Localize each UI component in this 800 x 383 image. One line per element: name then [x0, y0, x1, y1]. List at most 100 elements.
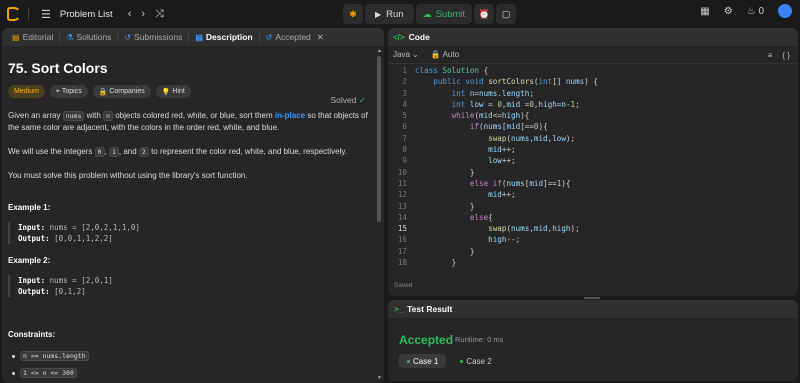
code-text: } [415, 246, 475, 256]
code-line: 11 else if(nums[mid]==1){ [388, 178, 798, 189]
auto-mode[interactable]: 🔒 Auto [431, 50, 459, 59]
code-editor[interactable]: 1 class Solution { 2 public void sortColo… [388, 64, 798, 268]
layout-grid-icon[interactable]: ▦ [700, 6, 709, 17]
topics-chip[interactable]: ⌖ Topics [49, 85, 88, 98]
code-toolbar: Java ⌄ 🔒 Auto [388, 46, 798, 64]
tab-solutions[interactable]: ⚗ Solutions [60, 32, 119, 42]
tab-description[interactable]: ▤ Description [189, 32, 260, 42]
example-2-title: Example 2: [8, 256, 51, 265]
code-text: } [415, 167, 475, 177]
debug-button[interactable]: ✱ [343, 4, 363, 24]
flask-icon: ⚗ [66, 32, 74, 42]
language-select[interactable]: Java ⌄ [393, 50, 419, 59]
close-icon[interactable]: ✕ [317, 32, 324, 43]
tab-accepted[interactable]: ↺ Accepted ✕ [260, 32, 330, 43]
bullet [12, 371, 15, 375]
line-number: 11 [397, 178, 407, 188]
difficulty-badge[interactable]: Medium [8, 85, 45, 98]
tab-label: Submissions [134, 32, 183, 42]
problem-list-link[interactable]: Problem List [60, 9, 113, 20]
settings-gear-icon[interactable]: ⚙ [724, 6, 733, 17]
text: with [86, 111, 101, 120]
test-result-label[interactable]: Test Result [407, 304, 452, 314]
streak-value: 0 [758, 5, 764, 17]
companies-chip[interactable]: 🔒 Companies [92, 85, 151, 98]
streak-counter[interactable]: ♨ 0 [747, 6, 764, 17]
leetcode-logo-icon[interactable] [7, 7, 21, 21]
problem-title[interactable]: 75. Sort Colors [8, 60, 378, 76]
line-number: 18 [397, 258, 407, 268]
text: , and [118, 147, 137, 156]
flame-icon: ♨ [746, 5, 756, 17]
chevron-down-icon: ⌄ [412, 50, 419, 59]
bullet [12, 354, 15, 358]
code-line: 5 while(mid<=high){ [388, 110, 798, 121]
code-text: mid++; [488, 190, 516, 200]
divider [28, 8, 29, 20]
code-toolbar-right: ≡ { } [768, 51, 790, 60]
text: objects colored red, white, or blue, sor… [115, 111, 273, 120]
avatar[interactable] [778, 4, 792, 18]
chip-label: Topics [61, 88, 82, 95]
inline-code: 1 <= n <= 300 [20, 368, 77, 378]
submit-button[interactable]: ☁ Submit [415, 4, 473, 24]
scroll-up-arrow-icon[interactable]: ▲ [377, 48, 382, 54]
value: nums = [2,0,1] [49, 276, 113, 285]
problem-content: 75. Sort Colors Solved ✓ Medium ⌖ Topics… [2, 60, 384, 378]
format-icon[interactable]: ≡ [768, 51, 773, 60]
example-1-title: Example 1: [8, 203, 51, 212]
solved-label: Solved [330, 95, 357, 105]
code-text: else if(nums[mid]==1){ [469, 178, 571, 188]
chip-label: Hint [172, 88, 185, 95]
code-text: swap(nums,mid,high); [488, 224, 580, 234]
top-right-icons: ▦ ⚙ ♨ 0 [700, 4, 792, 18]
line-number: 8 [402, 145, 407, 155]
line-number: 10 [397, 167, 407, 177]
timer-button[interactable]: ⏰ [474, 4, 495, 24]
example-input: Input: nums = [2,0,2,1,1,0] [18, 222, 378, 233]
hint-chip[interactable]: 💡 Hint [155, 85, 191, 98]
case-2-tab[interactable]: Case 2 [452, 354, 499, 368]
panel-resize-handle[interactable] [584, 297, 600, 299]
test-result-header: >_ Test Result [388, 300, 798, 318]
code-line: 14 else{ [388, 212, 798, 223]
code-text: while(mid<=high){ [451, 111, 530, 121]
line-number: 5 [402, 111, 407, 121]
in-place-link[interactable]: in-place [275, 111, 305, 120]
chip-label: Companies [109, 88, 145, 95]
code-line: 13 } [388, 201, 798, 212]
code-line: 4 int low = 0,mid =0,high=n-1; [388, 99, 798, 110]
scrollbar-thumb[interactable] [377, 56, 381, 222]
code-line: 12 mid++; [388, 189, 798, 200]
list-item: n == nums.length [12, 351, 378, 361]
tab-submissions[interactable]: ↺ Submissions [118, 32, 190, 42]
lock-icon: 🔒 [430, 50, 441, 59]
value: nums = [2,0,2,1,1,0] [49, 223, 140, 232]
description-paragraph-3: You must solve this problem without usin… [8, 171, 248, 180]
code-text: public void sortColors(int[] nums) { [433, 77, 598, 87]
document-icon: ▤ [195, 32, 203, 42]
shuffle-icon[interactable]: ⤨ [155, 8, 164, 21]
line-number: 2 [402, 77, 407, 87]
label: Output: [18, 234, 50, 243]
book-icon: ▤ [12, 32, 20, 42]
description-paragraph-1: Given an array nums with n objects color… [8, 110, 378, 134]
chevron-right-icon[interactable]: › [141, 8, 145, 20]
notes-button[interactable]: ▢ [496, 4, 517, 24]
code-line-current: 15 swap(nums,mid,high); [388, 223, 798, 234]
check-circle-icon: ✓ [358, 95, 366, 105]
case-tabs: Case 1 Case 2 [399, 354, 500, 368]
tag-icon: ⌖ [55, 87, 60, 95]
tab-editorial[interactable]: ▤ Editorial [6, 32, 61, 42]
bracket-icon[interactable]: { } [782, 51, 790, 60]
constraints-list: n == nums.length 1 <= n <= 300 [8, 351, 378, 378]
example-output: Output: [0,1,2] [18, 286, 378, 297]
line-number: 16 [397, 235, 407, 245]
scroll-down-arrow-icon[interactable]: ▼ [377, 375, 382, 381]
line-number: 4 [402, 99, 407, 109]
list-icon[interactable]: ☰ [41, 8, 51, 21]
run-button[interactable]: ▶ Run [365, 4, 414, 24]
value: [0,1,2] [54, 287, 86, 296]
chevron-left-icon[interactable]: ‹ [128, 8, 132, 20]
case-1-tab[interactable]: Case 1 [399, 354, 447, 368]
